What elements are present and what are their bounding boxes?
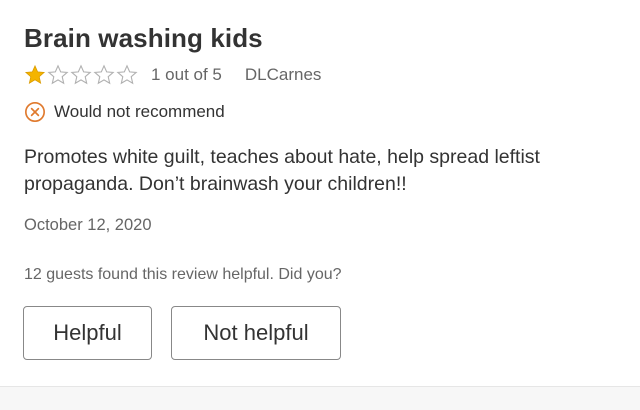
not-helpful-button[interactable]: Not helpful (171, 306, 341, 360)
review-author: DLCarnes (244, 65, 322, 84)
star-empty-icon (116, 64, 138, 85)
x-circle-icon (25, 102, 45, 122)
star-empty-icon (93, 64, 115, 85)
star-empty-icon (70, 64, 92, 85)
review-date: October 12, 2020 (24, 216, 152, 234)
star-empty-icon (47, 64, 69, 85)
review-card: Brain washing kids 1 out of 5 DLCarnes W… (0, 0, 640, 386)
star-rating (24, 64, 138, 86)
review-title: Brain washing kids (24, 23, 263, 53)
star-filled-icon (24, 64, 46, 85)
helpful-prompt: 12 guests found this review helpful. Did… (24, 266, 342, 283)
recommendation-text: Would not recommend (54, 102, 225, 121)
review-body: Promotes white guilt, teaches about hate… (24, 146, 540, 195)
helpful-button[interactable]: Helpful (23, 306, 152, 360)
rating-row: 1 out of 5 DLCarnes (24, 62, 321, 88)
recommendation-row: Would not recommend (24, 100, 225, 124)
section-divider (0, 386, 640, 410)
rating-text: 1 out of 5 (151, 65, 222, 84)
